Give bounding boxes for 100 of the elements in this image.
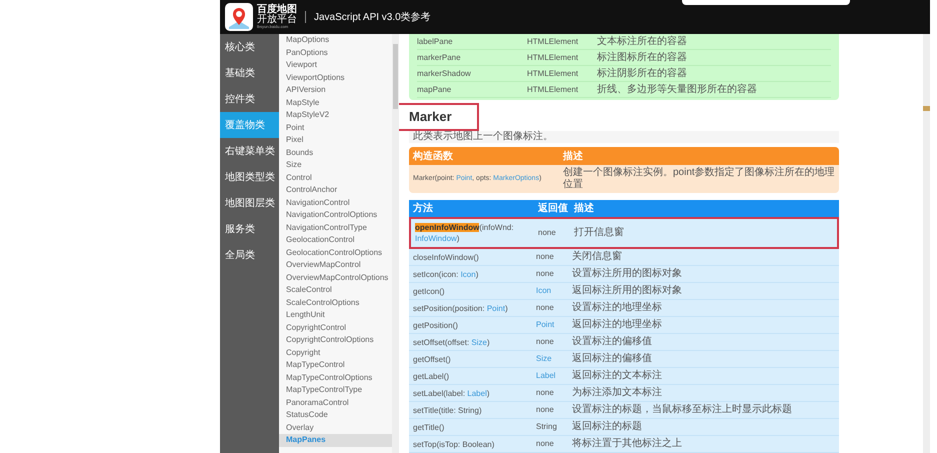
nav-item[interactable]: 服务类 xyxy=(220,216,279,242)
class-list-item[interactable]: Bounds xyxy=(279,146,392,159)
table-cell-text: none xyxy=(535,302,555,314)
class-list-item[interactable]: CopyrightControlOptions xyxy=(279,334,392,346)
table-cell-text: markerShadow xyxy=(417,68,472,80)
table-cell-text: Label xyxy=(535,370,557,382)
class-list-item[interactable]: LengthUnit xyxy=(279,309,392,322)
table-cell-text: none xyxy=(535,438,555,450)
nav-item[interactable]: 地图类型类 xyxy=(220,164,279,190)
nav-item[interactable]: 基础类 xyxy=(220,60,279,86)
table-cell-text: 返回标注的标题 xyxy=(571,421,643,433)
class-list-item[interactable]: OverviewMapControlOptions xyxy=(279,272,392,284)
nav-item[interactable]: 地图图层类 xyxy=(220,190,279,216)
nav-item[interactable]: 右键菜单类 xyxy=(220,138,279,164)
table-cell-text: 返回标注的文本标注 xyxy=(571,370,663,382)
table-cell-text: none xyxy=(535,404,555,416)
table-cell-text: markerPane xyxy=(417,52,462,64)
nav-item[interactable]: 核心类 xyxy=(220,34,279,60)
table-cell-text: none xyxy=(535,251,555,263)
table-cell-text: 返回标注的偏移值 xyxy=(571,353,653,365)
table-cell-text: 打开信息窗 xyxy=(573,227,625,239)
table-cell-text: 创建一个图像标注实例。point参数指定了图像标注所在的地理位置 xyxy=(562,167,836,191)
logo-title: 百度地图 xyxy=(257,5,297,15)
class-list-item[interactable]: MapStyleV2 xyxy=(279,109,392,122)
table-cell-text: Size xyxy=(535,353,553,365)
table-cell-text: 设置标注所用的图标对象 xyxy=(571,268,683,280)
table-cell-text: setTitle(title: String) xyxy=(412,404,483,416)
class-list-item[interactable]: PanOptions xyxy=(279,46,392,59)
column-header: 返回值 xyxy=(537,202,569,216)
class-list-item[interactable]: APIVersion xyxy=(279,84,392,96)
column-header: 方法 xyxy=(412,201,434,216)
column-header: 描述 xyxy=(572,202,594,216)
table-cell-text: getPosition() xyxy=(412,320,459,330)
table-cell-text: 为标注添加文本标注 xyxy=(571,387,663,399)
table-cell-text: 折线、多边形等矢量图形所在的容器 xyxy=(597,82,757,97)
table-cell-text: 返回标注所用的图标对象 xyxy=(571,285,683,297)
class-list-item[interactable]: Overlay xyxy=(279,422,392,434)
map-pin-logo-icon xyxy=(225,3,253,31)
table-cell-text: HTMLElement xyxy=(527,52,580,64)
class-list-item[interactable]: Point xyxy=(279,122,392,134)
table-cell-text: 返回标注的地理坐标 xyxy=(571,319,663,331)
nav-item[interactable]: 覆盖物类 xyxy=(220,112,279,138)
class-list-item[interactable]: ScaleControlOptions xyxy=(279,296,392,309)
table-cell-text: setLabel(label: Label) xyxy=(412,388,491,398)
class-list-item[interactable]: MapTypeControlType xyxy=(279,384,392,396)
class-list-item[interactable]: PanoramaControl xyxy=(279,396,392,409)
page-title: JavaScript API v3.0类参考 xyxy=(314,10,431,24)
table-cell-text: closeInfoWindow() xyxy=(412,252,480,262)
class-list-item[interactable]: NavigationControlType xyxy=(279,222,392,234)
table-cell-text: HTMLElement xyxy=(527,36,580,48)
table-cell-text: HTMLElement xyxy=(527,68,580,80)
class-list-item[interactable]: Pixel xyxy=(279,134,392,146)
class-list-item[interactable]: StatusCode xyxy=(279,409,392,422)
class-list-item[interactable]: MapStyle xyxy=(279,96,392,109)
logo-subtitle: 开放平台 xyxy=(257,15,297,25)
table-cell-text: none xyxy=(537,227,557,239)
table-cell-text: 标注阴影所在的容器 xyxy=(597,66,687,81)
class-list-item[interactable]: MapTypeControlOptions xyxy=(279,372,392,384)
table-cell-text: setTop(isTop: Boolean) xyxy=(412,438,496,450)
table-cell-text: labelPane xyxy=(417,36,454,48)
class-list-item[interactable]: NavigationControl xyxy=(279,196,392,209)
class-list-item[interactable]: OverviewMapControl xyxy=(279,259,392,272)
table-cell-text: 设置标注的偏移值 xyxy=(571,336,653,348)
class-list-item[interactable]: ViewportOptions xyxy=(279,72,392,84)
nav-item[interactable]: 全局类 xyxy=(220,242,279,268)
table-cell-text: setIcon(icon: Icon) xyxy=(412,268,480,280)
table-cell-text: HTMLElement xyxy=(527,84,580,96)
search-field[interactable] xyxy=(682,0,850,5)
class-list-item[interactable]: GeolocationControlOptions xyxy=(279,246,392,259)
column-header: 描述 xyxy=(562,150,583,164)
table-cell-text: 文本标注所在的容器 xyxy=(597,34,687,49)
nav-item[interactable]: 控件类 xyxy=(220,86,279,112)
class-list-item[interactable]: Copyright xyxy=(279,346,392,359)
table-cell-text: none xyxy=(535,336,555,348)
class-list-item[interactable]: Size xyxy=(279,159,392,172)
class-list-item[interactable]: NavigationControlOptions xyxy=(279,209,392,222)
class-list-item[interactable]: GeolocationControl xyxy=(279,234,392,246)
table-cell-text: 将标注置于其他标注之上 xyxy=(571,438,683,450)
table-cell-text: Point xyxy=(535,319,556,331)
page-scrollbar[interactable] xyxy=(923,34,930,453)
table-cell-text: getLabel() xyxy=(412,370,450,382)
table-cell-text: 设置标注的地理坐标 xyxy=(571,302,663,314)
scrollbar[interactable] xyxy=(392,34,399,453)
class-list-item[interactable]: ScaleControl xyxy=(279,284,392,296)
class-list-item[interactable]: MapTypeControl xyxy=(279,359,392,372)
table-cell-text: mapPane xyxy=(417,84,452,96)
class-list-item[interactable]: ControlAnchor xyxy=(279,184,392,196)
table-cell-text: 标注图标所在的容器 xyxy=(597,50,687,65)
class-list-item[interactable]: Control xyxy=(279,172,392,184)
class-list-item[interactable]: CopyrightControl xyxy=(279,322,392,334)
table-cell-text: setPosition(position: Point) xyxy=(412,302,509,314)
class-list-item[interactable]: Viewport xyxy=(279,59,392,72)
class-list-item[interactable]: MapOptions xyxy=(279,34,392,46)
table-cell-text: String xyxy=(535,421,558,433)
class-description: 此类表示地图上一个图像标注。 xyxy=(409,131,839,143)
table-cell-text: Icon xyxy=(535,285,552,297)
section-heading: Marker xyxy=(409,108,452,126)
table-cell-text: getTitle() xyxy=(412,422,446,432)
table-cell-text: none xyxy=(535,387,555,399)
column-header: 构造函数 xyxy=(412,150,454,164)
